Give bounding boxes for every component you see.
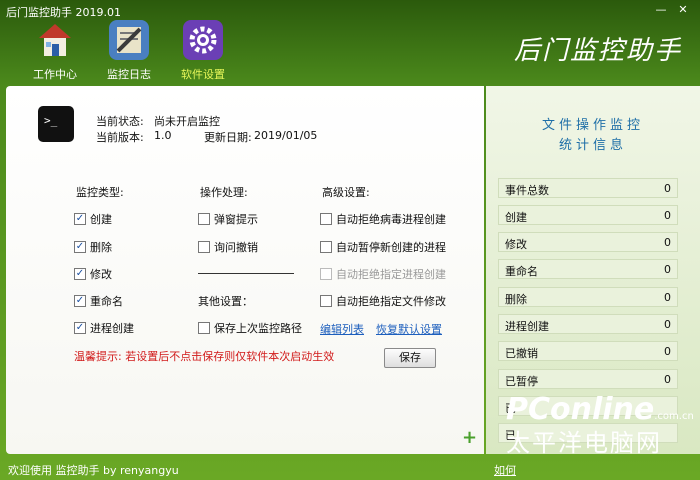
window-title: 后门监控助手 2019.01	[6, 6, 121, 19]
checkbox-pause-new-process[interactable]: 自动暂停新创建的进程	[320, 239, 446, 255]
update-date-label: 更新日期:	[204, 131, 252, 144]
stat-row-modify: 修改 0	[498, 232, 678, 252]
update-date-value: 2019/01/05	[254, 129, 318, 142]
checkbox-popup-alert[interactable]: 弹窗提示	[198, 211, 258, 227]
check-icon: ✓	[74, 241, 86, 253]
stat-row-paused: 已暂停 0	[498, 369, 678, 389]
status-value: 尚未开启监控	[154, 115, 220, 128]
stat-row-create: 创建 0	[498, 205, 678, 225]
gear-icon	[183, 20, 223, 60]
stat-row-rename: 重命名 0	[498, 259, 678, 279]
check-icon: ✓	[74, 268, 86, 280]
checkbox-ask-undo[interactable]: 询问撤销	[198, 239, 258, 255]
checkbox-create[interactable]: ✓ 创建	[74, 211, 112, 227]
checkbox-modify[interactable]: ✓ 修改	[74, 266, 112, 282]
checkbox-reject-file-modify[interactable]: 自动拒绝指定文件修改	[320, 293, 446, 309]
check-icon: ✓	[74, 295, 86, 307]
toolbar-label: 软件设置	[181, 68, 225, 81]
app-window: 后门监控助手 2019.01 — ✕ 工作中心 监控日志 软件设置 后门监控助手…	[0, 0, 700, 480]
status-bar: 欢迎使用 监控助手 by renyangyu 如何	[0, 458, 700, 480]
save-button[interactable]: 保存	[384, 348, 436, 368]
stats-title: 文件操作监控 统计信息	[541, 118, 644, 153]
check-icon: ✓	[74, 322, 86, 334]
version-label: 当前版本:	[96, 131, 144, 144]
toolbar-settings-button[interactable]: 软件设置	[172, 20, 234, 82]
checkbox-reject-virus-process[interactable]: 自动拒绝病毒进程创建	[320, 211, 446, 227]
divider	[198, 273, 294, 274]
monitor-type-heading: 监控类型:	[76, 186, 124, 199]
checkbox-delete[interactable]: ✓ 删除	[74, 239, 112, 255]
pconline-watermark: PConline.com.cn 太平洋电脑网	[506, 392, 694, 457]
title-bar: 后门监控助手 2019.01 — ✕	[0, 0, 700, 22]
version-value: 1.0	[154, 129, 172, 142]
settings-panel: >_ 当前状态: 尚未开启监控 当前版本: 1.0 更新日期: 2019/01/…	[6, 86, 484, 454]
stat-row-process-create: 进程创建 0	[498, 314, 678, 334]
restore-default-link[interactable]: 恢复默认设置	[376, 321, 442, 337]
house-icon	[35, 20, 75, 60]
toolbar-label: 工作中心	[33, 68, 77, 81]
status-bar-text: 欢迎使用 监控助手 by renyangyu	[8, 464, 179, 477]
checkbox-rename[interactable]: ✓ 重命名	[74, 293, 123, 309]
warning-text: 温馨提示: 若设置后不点击保存则仅软件本次启动生效	[74, 350, 335, 363]
toolbar-monitor-log-button[interactable]: 监控日志	[98, 20, 160, 82]
advanced-heading: 高级设置:	[322, 186, 370, 199]
operation-heading: 操作处理:	[200, 186, 248, 199]
status-label: 当前状态:	[96, 115, 144, 128]
log-icon	[109, 20, 149, 60]
checkbox-save-last-path[interactable]: 保存上次监控路径	[198, 320, 302, 336]
minimize-button[interactable]: —	[654, 3, 668, 17]
brand-title: 后门监控助手	[513, 36, 682, 66]
check-icon: ✓	[74, 213, 86, 225]
terminal-icon: >_	[38, 106, 74, 142]
toolbar-work-center-button[interactable]: 工作中心	[24, 20, 86, 82]
edit-list-link[interactable]: 编辑列表	[320, 321, 364, 337]
checkbox-process-create[interactable]: ✓ 进程创建	[74, 320, 134, 336]
add-icon[interactable]: +	[462, 429, 478, 447]
checkbox-reject-specified-process[interactable]: 自动拒绝指定进程创建	[320, 266, 446, 282]
toolbar-label: 监控日志	[107, 68, 151, 81]
stat-row-undone: 已撤销 0	[498, 341, 678, 361]
stat-row-delete: 删除 0	[498, 287, 678, 307]
stat-row-total: 事件总数 0	[498, 178, 678, 198]
other-settings-heading: 其他设置：	[198, 295, 253, 308]
help-link[interactable]: 如何	[494, 462, 516, 478]
close-button[interactable]: ✕	[676, 3, 690, 17]
